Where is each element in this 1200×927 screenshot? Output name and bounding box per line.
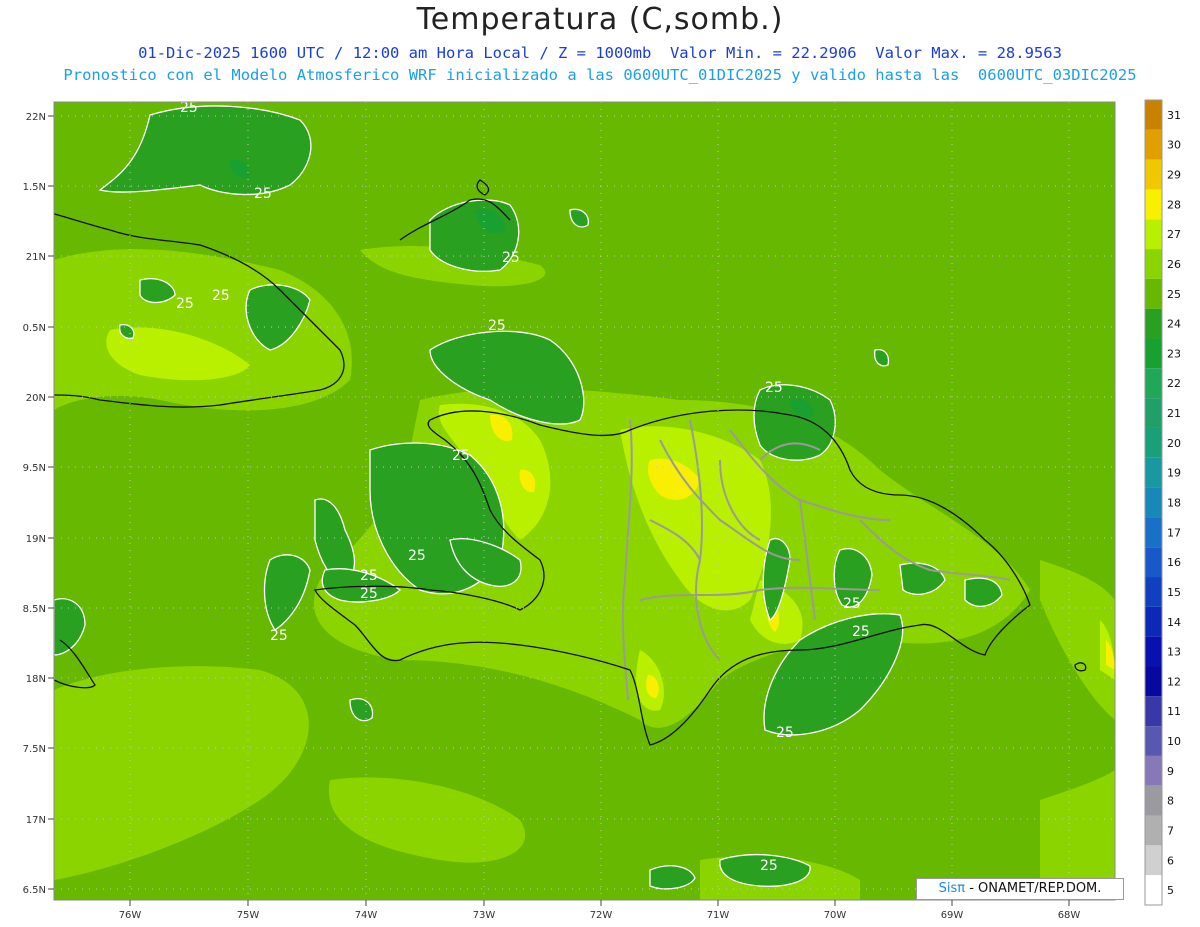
colorbar-label: 26 (1167, 258, 1181, 271)
colorbar-swatch (1145, 785, 1162, 816)
colorbar-swatch (1145, 696, 1162, 727)
contour-label: 25 (452, 448, 470, 464)
colorbar-label: 9 (1167, 765, 1174, 778)
contour-label: 25 (360, 568, 378, 584)
lat-tick-label: 6.5N (23, 885, 46, 896)
lon-tick-label: 76W (119, 910, 142, 921)
colorbar-swatch (1145, 368, 1162, 399)
colorbar-label: 13 (1167, 646, 1181, 659)
lat-tick-label: 20N (26, 393, 46, 404)
contour-label: 25 (212, 288, 230, 304)
contour-label: 25 (176, 296, 194, 312)
credit-text: - ONAMET/REP.DOM. (965, 881, 1102, 896)
colorbar-swatch (1145, 159, 1162, 190)
colorbar-swatch (1145, 487, 1162, 518)
colorbar-swatch (1145, 457, 1162, 488)
lon-tick-label: 68W (1058, 910, 1081, 921)
colorbar-label: 27 (1167, 228, 1181, 241)
contour-label: 25 (488, 318, 506, 334)
colorbar-label: 29 (1167, 169, 1181, 182)
colorbar-swatch (1145, 636, 1162, 667)
contour-label: 25 (502, 250, 520, 266)
map-plot-area: 25 25 25 25 25 25 25 25 25 25 25 25 25 2… (54, 102, 1115, 900)
colorbar-label: 24 (1167, 318, 1181, 331)
colorbar-label: 15 (1167, 586, 1181, 599)
colorbar-label: 11 (1167, 705, 1181, 718)
colorbar-label: 17 (1167, 526, 1181, 539)
colorbar-swatch (1145, 249, 1162, 279)
colorbar-label: 5 (1167, 884, 1174, 897)
colorbar-swatch (1145, 338, 1162, 369)
colorbar-label: 12 (1167, 675, 1181, 688)
lat-tick-label: 19N (26, 534, 46, 545)
colorbar-label: 10 (1167, 735, 1181, 748)
credit-brand: Sisπ (938, 881, 966, 896)
contour-label: 25 (765, 380, 783, 396)
lon-tick-label: 72W (590, 910, 613, 921)
colorbar-label: 18 (1167, 497, 1181, 510)
colorbar-swatch (1145, 427, 1162, 458)
lon-tick-label: 69W (941, 910, 964, 921)
colorbar-swatch (1145, 517, 1162, 548)
colorbar-label: 22 (1167, 377, 1181, 390)
colorbar-swatch (1145, 547, 1162, 578)
colorbar-swatch (1145, 726, 1162, 756)
contour-label: 25 (760, 858, 778, 874)
contour-label: 25 (254, 186, 272, 202)
colorbar-label: 28 (1167, 198, 1181, 211)
lon-tick-label: 71W (707, 910, 730, 921)
colorbar-label: 31 (1167, 109, 1181, 122)
colorbar-swatch (1145, 100, 1162, 130)
contour-label: 25 (408, 548, 426, 564)
lat-tick-label: 21N (26, 252, 46, 263)
colorbar-swatch (1145, 219, 1162, 250)
colorbar-swatch (1145, 755, 1162, 786)
contour-label: 25 (843, 596, 861, 612)
colorbar-swatch (1145, 577, 1162, 607)
colorbar-label: 23 (1167, 347, 1181, 360)
colorbar-label: 20 (1167, 437, 1181, 450)
lat-tick-label: 9.5N (23, 463, 46, 474)
contour-label: 25 (776, 725, 794, 741)
contour-label: 25 (360, 586, 378, 602)
colorbar-swatch (1145, 815, 1162, 846)
lon-tick-label: 74W (355, 910, 378, 921)
lon-tick-label: 73W (473, 910, 496, 921)
colorbar-swatch (1145, 666, 1162, 697)
lat-tick-label: 17N (26, 815, 46, 826)
colorbar-swatch (1145, 308, 1162, 339)
colorbar-label: 16 (1167, 556, 1181, 569)
colorbar-swatch (1145, 189, 1162, 220)
colorbar-label: 8 (1167, 795, 1174, 808)
contour-label: 25 (270, 628, 288, 644)
longitude-axis: 76W 75W 74W 73W 72W 71W 70W 69W 68W (119, 900, 1081, 921)
colorbar-label: 14 (1167, 616, 1181, 629)
colorbar-swatch (1145, 875, 1162, 905)
colorbar-label: 6 (1167, 854, 1174, 867)
colorbar-label: 7 (1167, 824, 1174, 837)
colorbar-swatch (1145, 606, 1162, 637)
credit-box: Sisπ - ONAMET/REP.DOM. (916, 878, 1124, 900)
colorbar-label: 30 (1167, 139, 1181, 152)
colorbar-swatch (1145, 129, 1162, 160)
latitude-axis: 22N 1.5N 21N 0.5N 20N 9.5N 19N 8.5N 18N … (23, 112, 54, 896)
lat-tick-label: 1.5N (23, 182, 46, 193)
colorbar-label: 25 (1167, 288, 1181, 301)
lat-tick-label: 0.5N (23, 323, 46, 334)
colorbar-swatch (1145, 278, 1162, 309)
lat-tick-label: 18N (26, 674, 46, 685)
colorbar-label: 21 (1167, 407, 1181, 420)
temperature-map: 25 25 25 25 25 25 25 25 25 25 25 25 25 2… (23, 99, 1181, 921)
lat-tick-label: 8.5N (23, 604, 46, 615)
colorbar-label: 19 (1167, 467, 1181, 480)
lon-tick-label: 70W (824, 910, 847, 921)
colorbar-swatch (1145, 845, 1162, 876)
lon-tick-label: 75W (237, 910, 260, 921)
contour-label: 25 (852, 624, 870, 640)
lat-tick-label: 7.5N (23, 744, 46, 755)
lat-tick-label: 22N (26, 112, 46, 123)
colorbar-swatch (1145, 398, 1162, 428)
colorbar: 31 30 29 28 27 26 25 24 23 22 21 20 19 18 17 16 15 14 13 12… (1144, 99, 1181, 906)
